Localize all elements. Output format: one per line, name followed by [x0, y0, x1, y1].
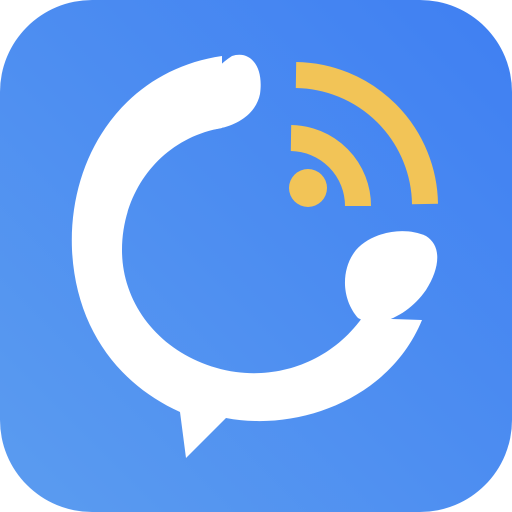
- app-icon: [0, 0, 512, 512]
- app-icon-stage: [0, 0, 512, 512]
- wifi-dot: [289, 169, 327, 207]
